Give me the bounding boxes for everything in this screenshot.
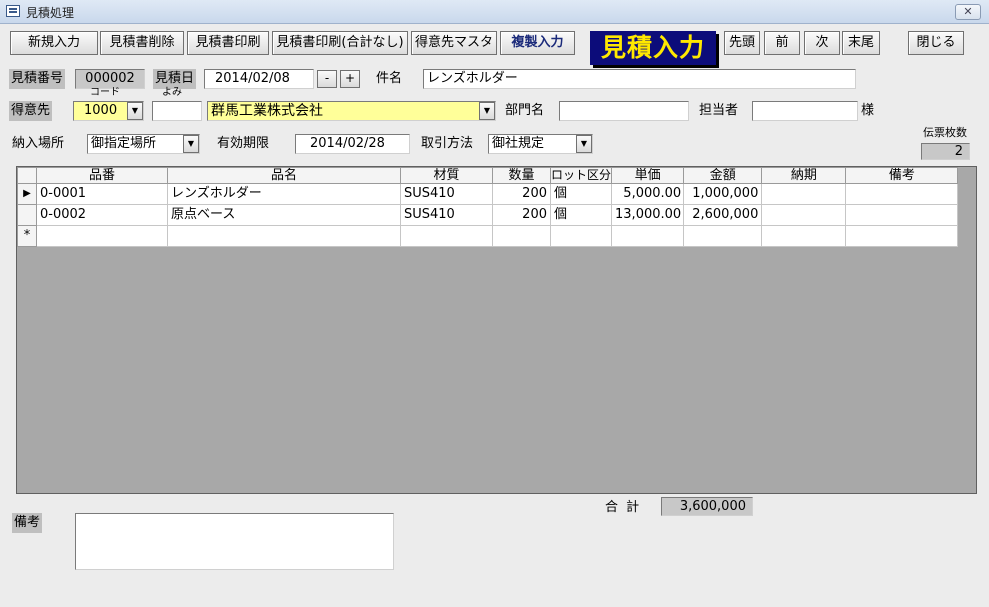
part-no-cell[interactable] <box>36 225 168 247</box>
person-field[interactable] <box>752 101 858 121</box>
subject-label: 件名 <box>376 71 403 86</box>
total-field: 3,600,000 <box>661 497 753 516</box>
code-hint-label: コード <box>90 87 120 98</box>
due-date-cell[interactable] <box>761 183 847 205</box>
column-header[interactable]: 品番 <box>36 167 168 184</box>
unit-price-cell[interactable]: 5,000.00 <box>611 183 685 205</box>
due-date-cell[interactable] <box>761 204 847 226</box>
lot-cell[interactable]: 個 <box>549 204 613 226</box>
unit-price-cell[interactable] <box>611 225 685 247</box>
column-header[interactable]: ロット区分 <box>549 167 613 184</box>
new-input-button[interactable]: 新規入力 <box>10 31 98 55</box>
valid-until-label: 有効期限 <box>217 136 270 151</box>
column-header[interactable]: 備考 <box>845 167 959 184</box>
item-name-cell[interactable]: レンズホルダー <box>167 183 401 205</box>
part-no-cell[interactable]: 0-0001 <box>36 183 168 205</box>
department-label: 部門名 <box>505 103 545 118</box>
department-field[interactable] <box>559 101 689 121</box>
amount-cell[interactable]: 2,600,000 <box>683 204 763 226</box>
item-name-cell[interactable] <box>167 225 401 247</box>
grid-header-row: 品番 品名 材質 数量 ロット区分 単価 金額 納期 備考 <box>17 167 959 184</box>
material-cell[interactable]: SUS410 <box>400 183 493 205</box>
last-record-button[interactable]: 末尾 <box>842 31 880 55</box>
quantity-cell[interactable] <box>492 225 551 247</box>
prev-record-button[interactable]: 前 <box>764 31 800 55</box>
column-header[interactable]: 材質 <box>400 167 493 184</box>
new-record-marker[interactable]: * <box>17 225 37 247</box>
remarks-field[interactable] <box>75 513 394 570</box>
note-cell[interactable] <box>845 204 959 226</box>
window-title: 見積処理 <box>26 6 75 20</box>
column-header[interactable]: 納期 <box>761 167 847 184</box>
quote-no-field: 000002 <box>75 69 145 89</box>
form-banner-title: 見積入力 <box>590 31 716 65</box>
item-name-cell[interactable]: 原点ベース <box>167 204 401 226</box>
customer-name-field[interactable]: 群馬工業株式会社 <box>207 101 496 121</box>
title-bar <box>0 0 989 24</box>
customer-label: 得意先 <box>9 101 53 121</box>
column-header[interactable]: 金額 <box>683 167 763 184</box>
note-cell[interactable] <box>845 183 959 205</box>
column-header[interactable]: 品名 <box>167 167 401 184</box>
grid-corner <box>17 167 37 184</box>
customer-master-button[interactable]: 得意先マスタ <box>411 31 497 55</box>
triangle-right-icon[interactable]: ▶ <box>17 183 37 205</box>
first-record-button[interactable]: 先頭 <box>724 31 760 55</box>
yomi-hint-label: よみ <box>162 87 182 98</box>
copy-input-button[interactable]: 複製入力 <box>500 31 575 55</box>
column-header[interactable]: 単価 <box>611 167 685 184</box>
print-quote-no-total-button[interactable]: 見積書印刷(合計なし) <box>272 31 408 55</box>
quantity-cell[interactable]: 200 <box>492 183 551 205</box>
customer-yomi-field[interactable] <box>152 101 202 121</box>
row-selector[interactable] <box>17 204 37 226</box>
date-increment-button[interactable]: + <box>340 70 360 88</box>
honorific-label: 様 <box>861 103 875 118</box>
payment-method-label: 取引方法 <box>421 136 474 151</box>
quote-date-label: 見積日 <box>153 69 197 89</box>
quote-date-field[interactable]: 2014/02/08 <box>204 69 314 89</box>
table-row[interactable]: 0-0002 原点ベース SUS410 200 個 13,000.00 2,60… <box>17 204 959 226</box>
quantity-cell[interactable]: 200 <box>492 204 551 226</box>
table-row[interactable]: ▶ 0-0001 レンズホルダー SUS410 200 個 5,000.00 1… <box>17 183 959 205</box>
unit-price-cell[interactable]: 13,000.00 <box>611 204 685 226</box>
remarks-label: 備考 <box>12 513 43 533</box>
material-cell[interactable]: SUS410 <box>400 204 493 226</box>
window-close-button[interactable]: ✕ <box>955 4 981 20</box>
total-label: 合 計 <box>605 500 642 515</box>
chevron-down-icon[interactable]: ▼ <box>183 135 199 153</box>
chevron-down-icon[interactable]: ▼ <box>127 102 143 120</box>
next-record-button[interactable]: 次 <box>804 31 840 55</box>
delete-quote-button[interactable]: 見積書削除 <box>100 31 184 55</box>
lot-cell[interactable] <box>549 225 613 247</box>
valid-until-field[interactable]: 2014/02/28 <box>295 134 410 154</box>
slip-count-label: 伝票枚数 <box>923 126 967 139</box>
slip-count-field: 2 <box>921 143 970 160</box>
detail-grid: 品番 品名 材質 数量 ロット区分 単価 金額 納期 備考 ▶ 0-0001 レ… <box>17 167 959 247</box>
person-label: 担当者 <box>699 103 739 118</box>
quote-no-label: 見積番号 <box>9 69 66 89</box>
subject-field[interactable]: レンズホルダー <box>423 69 856 89</box>
material-cell[interactable] <box>400 225 493 247</box>
close-button[interactable]: 閉じる <box>908 31 964 55</box>
print-quote-button[interactable]: 見積書印刷 <box>187 31 269 55</box>
note-cell[interactable] <box>845 225 959 247</box>
form-icon <box>6 5 20 17</box>
chevron-down-icon[interactable]: ▼ <box>576 135 592 153</box>
new-record-row[interactable]: * <box>17 225 959 247</box>
column-header[interactable]: 数量 <box>492 167 551 184</box>
part-no-cell[interactable]: 0-0002 <box>36 204 168 226</box>
amount-cell[interactable]: 1,000,000 <box>683 183 763 205</box>
amount-cell[interactable] <box>683 225 763 247</box>
delivery-place-label: 納入場所 <box>12 136 65 151</box>
due-date-cell[interactable] <box>761 225 847 247</box>
chevron-down-icon[interactable]: ▼ <box>479 102 495 120</box>
date-decrement-button[interactable]: - <box>317 70 337 88</box>
lot-cell[interactable]: 個 <box>549 183 613 205</box>
